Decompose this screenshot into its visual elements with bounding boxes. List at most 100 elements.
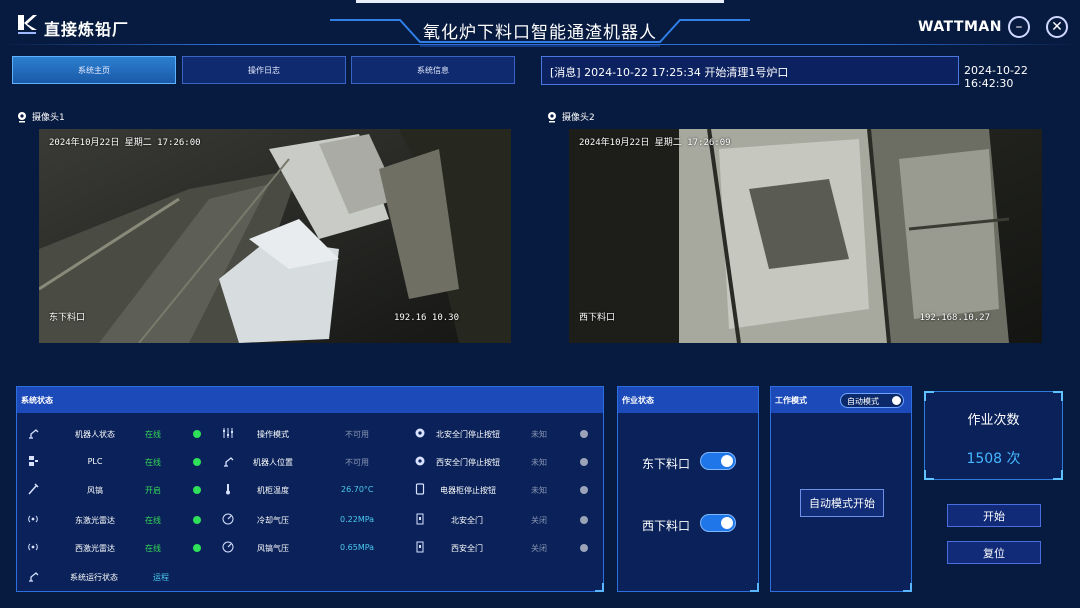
message-bar: [消息] 2024-10-22 17:25:34 开始清理1号炉口 — [541, 56, 959, 85]
sliders-icon — [223, 428, 233, 438]
status-value-cabinet-temp: 26.70°C — [341, 485, 374, 494]
camera-2-title: 摄像头2 — [562, 113, 595, 123]
app-title: 氧化炉下料口智能通渣机器人 — [423, 23, 657, 43]
status-value-north-door: 关闭 — [531, 516, 547, 525]
card-corner — [1053, 470, 1063, 480]
status-value-op-mode: 不可用 — [345, 430, 369, 439]
card-corner — [924, 470, 934, 480]
status-label-west-door: 西安全门 — [451, 544, 483, 553]
job-toggle-west[interactable] — [700, 514, 736, 532]
camera-2-scene — [569, 129, 1042, 343]
status-label-west-door-stop: 西安全门停止按钮 — [436, 458, 500, 467]
camera-2-ip: 192.168.10.27 — [919, 313, 990, 323]
status-label-robot-position: 机器人位置 — [253, 458, 293, 467]
camera-1-scene — [39, 129, 511, 343]
status-value-north-door-stop: 未知 — [531, 430, 547, 439]
panel-corner — [750, 583, 759, 592]
tab-system-info[interactable]: 系统信息 — [351, 56, 515, 84]
status-dot-cabinet-stop — [580, 486, 588, 494]
status-dot-air-gun — [193, 486, 201, 494]
status-label-op-mode: 操作模式 — [257, 430, 289, 439]
card-corner — [924, 391, 934, 401]
status-dot-plc — [193, 458, 201, 466]
robot-arm-icon — [29, 572, 39, 582]
camera-1-timestamp: 2024年10月22日 星期二 17:26:00 — [49, 138, 201, 148]
status-dot-north-door — [580, 516, 588, 524]
status-value-robot: 在线 — [145, 430, 161, 439]
start-button[interactable]: 开始 — [947, 504, 1041, 527]
tab-home[interactable]: 系统主页 — [12, 56, 176, 84]
status-value-west-door-stop: 未知 — [531, 458, 547, 467]
auto-mode-start-button[interactable]: 自动模式开始 — [800, 489, 884, 517]
company-name: WATTMAN — [918, 19, 1002, 35]
camera-2-label: 摄像头2 — [546, 110, 595, 123]
camera-icon — [18, 111, 26, 122]
status-value-west-radar: 在线 — [145, 544, 161, 553]
job-count-value: 1508 次 — [966, 451, 1021, 467]
camera-icon — [548, 111, 556, 122]
status-label-cabinet-stop: 电器柜停止按钮 — [440, 486, 496, 495]
radar-icon — [28, 515, 38, 523]
thermometer-icon — [226, 484, 230, 495]
status-label-cooling-pressure: 冷却气压 — [257, 516, 289, 525]
plant-name: 直接炼铅厂 — [44, 20, 130, 39]
camera-2-location: 西下料口 — [579, 313, 616, 323]
minus-icon: – — [1015, 19, 1023, 35]
job-count-title: 作业次数 — [967, 413, 1020, 428]
status-value-air-gun: 开启 — [145, 486, 161, 495]
status-dot-north-door-stop — [580, 430, 588, 438]
auto-mode-label: 自动模式 — [847, 397, 879, 406]
status-dot-west-radar — [193, 544, 201, 552]
job-status-panel: 作业状态 东下料口 西下料口 — [617, 386, 759, 592]
toggle-knob — [892, 396, 901, 405]
status-label-north-door-stop: 北安全门停止按钮 — [436, 430, 500, 439]
header-divider — [0, 44, 1080, 45]
system-status-title: 系统状态 — [17, 387, 603, 413]
gear-icon — [415, 428, 425, 438]
radar-icon — [28, 543, 38, 551]
job-label-east: 东下料口 — [642, 457, 691, 471]
close-icon: ✕ — [1051, 19, 1063, 35]
status-label-robot: 机器人状态 — [75, 430, 115, 439]
door-icon — [416, 541, 424, 553]
status-label-gun-pressure: 风镐气压 — [257, 544, 289, 553]
reset-button[interactable]: 复位 — [947, 541, 1041, 564]
status-value-cooling-pressure: 0.22MPa — [340, 515, 375, 524]
gauge-icon — [222, 513, 234, 525]
current-time: 2024-10-22 16:42:30 — [964, 64, 1028, 90]
job-status-title: 作业状态 — [618, 387, 758, 413]
camera-1-feed[interactable]: 2024年10月22日 星期二 17:26:00 东下料口 192.16 10.… — [39, 129, 511, 343]
job-count-card: 作业次数 1508 次 — [924, 391, 1063, 480]
gauge-icon — [222, 541, 234, 553]
camera-1-location: 东下料口 — [49, 313, 86, 323]
company-logo-icon — [18, 15, 37, 34]
top-accent-line — [356, 0, 724, 3]
status-value-robot-position: 不可用 — [345, 458, 369, 467]
close-button[interactable]: ✕ — [1046, 16, 1068, 38]
job-label-west: 西下料口 — [642, 519, 691, 533]
camera-2-feed[interactable]: 2024年10月22日 星期二 17:26:09 西下料口 192.168.10… — [569, 129, 1042, 343]
camera-1-title: 摄像头1 — [32, 113, 65, 123]
status-value-gun-pressure: 0.65MPa — [340, 543, 375, 552]
status-value-cabinet-stop: 未知 — [531, 486, 547, 495]
status-label-run-state: 系统运行状态 — [70, 573, 118, 582]
status-value-east-radar: 在线 — [145, 516, 161, 525]
status-label-air-gun: 风镐 — [87, 486, 103, 495]
auto-mode-toggle[interactable]: 自动模式 — [840, 393, 904, 408]
status-dot-robot — [193, 430, 201, 438]
cabinet-icon — [415, 483, 425, 495]
status-label-west-radar: 西激光雷达 — [75, 544, 115, 553]
status-dot-west-door-stop — [580, 458, 588, 466]
camera-1-label: 摄像头1 — [16, 110, 65, 123]
camera-2-timestamp: 2024年10月22日 星期二 17:26:09 — [579, 138, 731, 148]
status-label-cabinet-temp: 机柜温度 — [257, 486, 289, 495]
card-corner — [1053, 391, 1063, 401]
tab-operation-log[interactable]: 操作日志 — [182, 56, 346, 84]
status-value-run-state: 运程 — [153, 573, 169, 582]
camera-1-ip: 192.16 10.30 — [393, 313, 459, 323]
minimize-button[interactable]: – — [1008, 16, 1030, 38]
system-status-panel: 系统状态 机器人状态 在线 PLC 在线 风镐 开启 东激光雷达 在线 西激光雷… — [16, 386, 604, 592]
status-label-plc: PLC — [87, 457, 103, 466]
air-gun-icon — [28, 483, 39, 495]
job-toggle-east[interactable] — [700, 452, 736, 470]
